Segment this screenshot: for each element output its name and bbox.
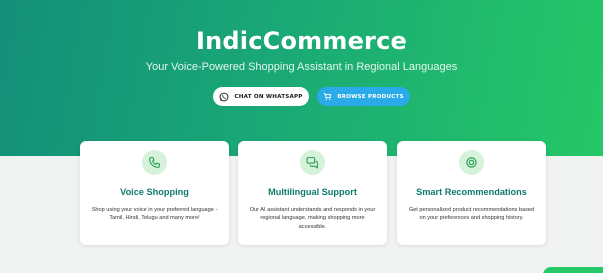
- hero-subtitle: Your Voice-Powered Shopping Assistant in…: [145, 61, 458, 73]
- hero-title: IndicCommerce: [196, 27, 407, 55]
- feature-title: Multilingual Support: [268, 187, 357, 197]
- hero-banner: IndicCommerce Your Voice-Powered Shoppin…: [0, 0, 603, 156]
- browse-button-label: BROWSE PRODUCTS: [337, 93, 404, 100]
- floating-chat-button[interactable]: [543, 267, 603, 273]
- whatsapp-button-label: CHAT ON WHATSAPP: [234, 93, 303, 100]
- feature-card-voice-shopping: Voice Shopping Shop using your voice in …: [80, 141, 229, 245]
- cart-icon: [323, 93, 332, 100]
- chat-icon: [300, 150, 325, 175]
- feature-description: Get personalized product recommendations…: [408, 207, 535, 222]
- feature-description: Shop using your voice in your preferred …: [91, 207, 218, 222]
- chat-on-whatsapp-button[interactable]: CHAT ON WHATSAPP: [213, 87, 309, 106]
- feature-title: Smart Recommendations: [416, 187, 527, 197]
- whatsapp-icon: [220, 92, 229, 101]
- phone-icon: [142, 150, 167, 175]
- target-icon: [459, 150, 484, 175]
- browse-products-button[interactable]: BROWSE PRODUCTS: [317, 87, 410, 106]
- feature-card-multilingual-support: Multilingual Support Our AI assistant un…: [238, 141, 387, 245]
- feature-card-smart-recommendations: Smart Recommendations Get personalized p…: [397, 141, 546, 245]
- feature-title: Voice Shopping: [120, 187, 189, 197]
- feature-description: Our AI assistant understands and respond…: [249, 207, 376, 230]
